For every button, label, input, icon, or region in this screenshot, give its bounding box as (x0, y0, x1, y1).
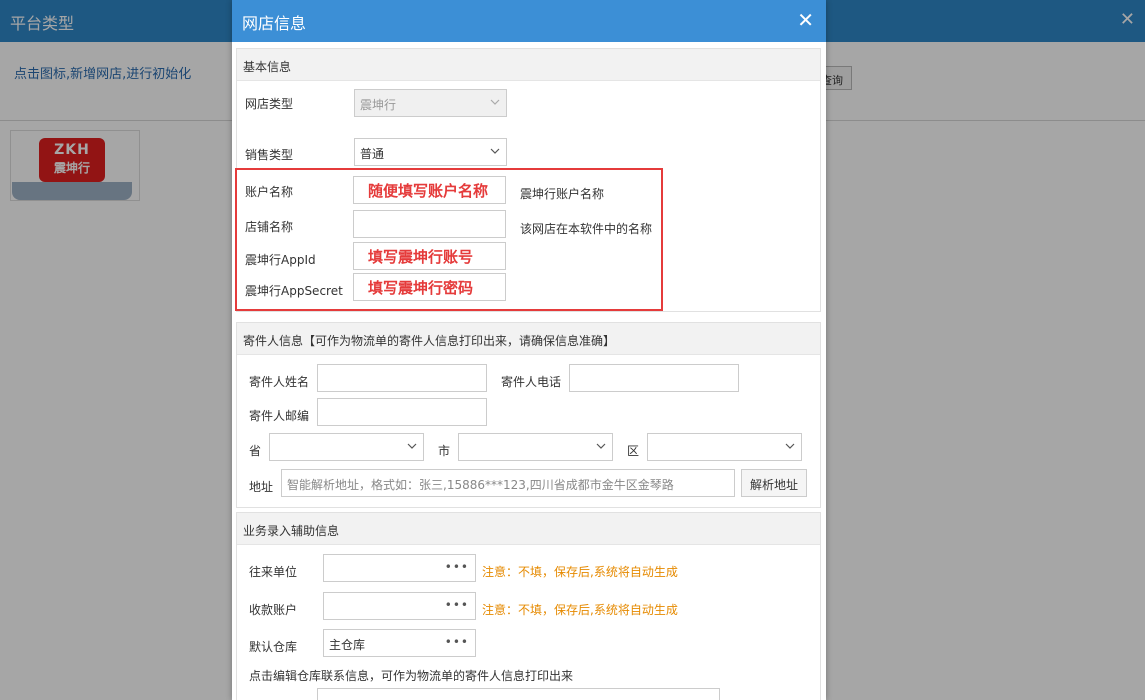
dialog-title: 网店信息 (242, 14, 307, 33)
collection-account-label: 收款账户 (249, 603, 298, 617)
business-info-section: 业务录入辅助信息 往来单位 ••• 注意：不填，保存后,系统将自动生成 收款账户… (236, 512, 821, 700)
sender-name-label: 寄件人姓名 (249, 375, 310, 389)
dialog-header: 网店信息 ✕ (232, 0, 826, 42)
chevron-down-icon (490, 146, 500, 156)
city-select[interactable] (458, 433, 613, 461)
address-input[interactable]: 智能解析地址，格式如：张三,15886***123,四川省成都市金牛区金琴路 (281, 469, 735, 497)
chevron-down-icon (785, 441, 795, 451)
sender-info-title: 寄件人信息【可作为物流单的寄件人信息打印出来，请确保信息准确】 (237, 323, 820, 355)
more-dots-icon[interactable]: ••• (445, 635, 469, 649)
more-dots-icon[interactable]: ••• (445, 560, 469, 574)
extra-field-input[interactable] (317, 688, 720, 700)
district-select[interactable] (647, 433, 802, 461)
collection-account-input[interactable]: ••• (323, 592, 476, 620)
collection-account-warning: 注意：不填，保存后,系统将自动生成 (482, 603, 678, 617)
province-label: 省 (249, 444, 262, 458)
default-warehouse-label: 默认仓库 (249, 640, 298, 654)
shop-info-dialog: 网店信息 ✕ 基本信息 网店类型 震坤行 销售类型 普通 账户名称 随便填写账户… (232, 0, 826, 700)
chevron-down-icon (407, 441, 417, 451)
close-icon[interactable]: ✕ (797, 8, 814, 32)
province-select[interactable] (269, 433, 424, 461)
warehouse-contact-hint[interactable]: 点击编辑仓库联系信息，可作为物流单的寄件人信息打印出来 (249, 667, 573, 684)
more-dots-icon[interactable]: ••• (445, 598, 469, 612)
shop-type-label: 网店类型 (245, 97, 294, 111)
district-label: 区 (627, 444, 640, 458)
sales-type-select[interactable]: 普通 (354, 138, 507, 166)
chevron-down-icon (490, 97, 500, 107)
sender-info-section: 寄件人信息【可作为物流单的寄件人信息打印出来，请确保信息准确】 寄件人姓名 寄件… (236, 322, 821, 508)
default-warehouse-input[interactable]: 主仓库 ••• (323, 629, 476, 657)
city-label: 市 (438, 444, 451, 458)
dialog-body: 基本信息 网店类型 震坤行 销售类型 普通 账户名称 随便填写账户名称 震坤行账… (232, 42, 826, 700)
partner-input[interactable]: ••• (323, 554, 476, 582)
sender-name-input[interactable] (317, 364, 487, 392)
partner-label: 往来单位 (249, 565, 298, 579)
shop-type-select[interactable]: 震坤行 (354, 89, 507, 117)
partner-warning: 注意：不填，保存后,系统将自动生成 (482, 565, 678, 579)
sender-zip-label: 寄件人邮编 (249, 409, 310, 423)
address-label: 地址 (249, 480, 274, 494)
sender-zip-input[interactable] (317, 398, 487, 426)
sales-type-label: 销售类型 (245, 148, 294, 162)
sender-phone-input[interactable] (569, 364, 739, 392)
sender-phone-label: 寄件人电话 (501, 375, 562, 389)
basic-info-title: 基本信息 (237, 49, 820, 81)
chevron-down-icon (596, 441, 606, 451)
annotation-highlight-box (235, 168, 663, 311)
business-info-title: 业务录入辅助信息 (237, 513, 820, 545)
parse-address-button[interactable]: 解析地址 (741, 469, 807, 497)
